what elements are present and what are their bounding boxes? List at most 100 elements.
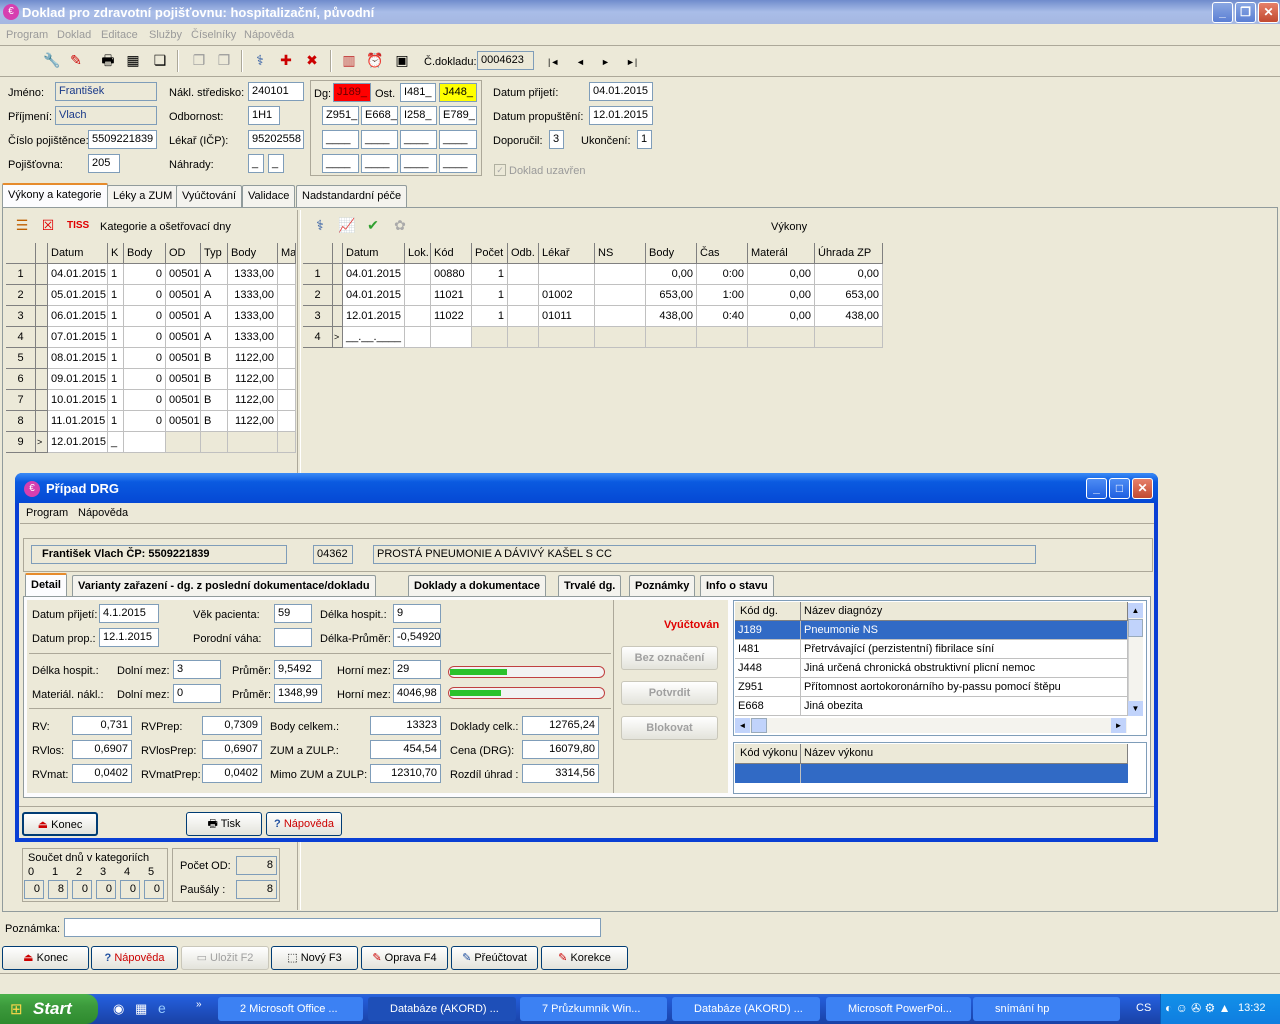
left-cell[interactable] (278, 369, 296, 390)
drg-menu-napoveda[interactable]: Nápověda (78, 506, 128, 520)
right-cell[interactable]: 0:40 (697, 306, 748, 327)
drg-konec-button[interactable]: ⏏ Konec (22, 812, 98, 836)
dg-row2-field-3[interactable]: I258_ (400, 106, 437, 125)
drg-napoveda-button[interactable]: ? Nápověda (266, 812, 342, 836)
left-cell[interactable]: 1333,00 (228, 285, 278, 306)
doctor-search-icon[interactable]: ⚕ (250, 50, 270, 70)
list-icon[interactable]: ☰ (12, 215, 32, 235)
menu-editace[interactable]: Editace (101, 29, 138, 41)
dg-row-name[interactable]: Jiná obezita (801, 697, 1128, 716)
left-col-4[interactable]: Typ (201, 243, 228, 264)
left-cell[interactable] (278, 285, 296, 306)
left-cell[interactable] (278, 432, 296, 453)
right-cell[interactable] (539, 327, 595, 348)
left-cell[interactable] (278, 264, 296, 285)
left-col-1[interactable]: K (108, 243, 124, 264)
blokovat-button[interactable]: Blokovat (621, 716, 718, 740)
left-cell[interactable]: 07.01.2015 (48, 327, 108, 348)
right-cell[interactable] (539, 264, 595, 285)
right-col-0[interactable]: Datum (343, 243, 405, 264)
dg-hscroll-thumb[interactable] (751, 718, 767, 733)
left-cell[interactable]: 1 (108, 327, 124, 348)
left-cell[interactable]: 00501 (166, 306, 201, 327)
copy-icon[interactable]: ❐ (189, 50, 209, 70)
first-record-button[interactable]: |◄ (548, 55, 559, 69)
doklady-field[interactable]: 12765,24 (522, 716, 599, 735)
m-horni-field[interactable]: 4046,98 (393, 684, 441, 703)
left-cell[interactable]: 1122,00 (228, 348, 278, 369)
left-col-6[interactable]: Ma (278, 243, 296, 264)
pen-icon[interactable]: ✎ (66, 50, 86, 70)
left-cell[interactable] (278, 327, 296, 348)
drg-tab-detail[interactable]: Detail (25, 573, 67, 597)
datum-prijeti-field[interactable]: 4.1.2015 (99, 604, 159, 623)
close-button[interactable]: ✕ (1258, 2, 1279, 23)
right-cell[interactable]: 12.01.2015 (343, 306, 405, 327)
left-cell[interactable]: 00501 (166, 390, 201, 411)
right-col-2[interactable]: Kód (431, 243, 472, 264)
prev-record-button[interactable]: ◄ (576, 55, 585, 69)
right-cell[interactable]: 0,00 (748, 285, 815, 306)
left-cell[interactable] (166, 432, 201, 453)
right-cell[interactable]: 0,00 (646, 264, 697, 285)
left-cell[interactable]: 08.01.2015 (48, 348, 108, 369)
right-col-9[interactable]: Materál (748, 243, 815, 264)
right-cell[interactable] (595, 285, 646, 306)
right-col-10[interactable]: Úhrada ZP (815, 243, 883, 264)
left-col-0[interactable]: Datum (48, 243, 108, 264)
procedure-icon[interactable]: ⚕ (310, 215, 330, 235)
right-cell[interactable]: 00880 (431, 264, 472, 285)
rozdil-field[interactable]: 3314,56 (522, 764, 599, 783)
dg-row4-field-4[interactable]: ____ (439, 154, 477, 173)
dg-col-nazev[interactable]: Název diagnózy (801, 602, 1128, 621)
tab-vyuctovani[interactable]: Vyúčtování (176, 185, 243, 207)
right-cell[interactable] (508, 327, 539, 348)
dg-row3-field-3[interactable]: ____ (400, 130, 437, 149)
left-cell[interactable]: 00501 (166, 327, 201, 348)
left-cell[interactable] (124, 432, 166, 453)
left-cell[interactable]: B (201, 390, 228, 411)
paste-icon[interactable]: ❐ (214, 50, 234, 70)
right-cell[interactable] (405, 327, 431, 348)
ie-icon[interactable]: e (158, 1000, 166, 1016)
left-cell[interactable]: 09.01.2015 (48, 369, 108, 390)
right-cell[interactable]: __.__.____ (343, 327, 405, 348)
alarm-icon[interactable]: ⏰ (365, 50, 385, 70)
left-cell[interactable]: 1 (108, 369, 124, 390)
right-cell[interactable]: 1:00 (697, 285, 748, 306)
doctor-add-icon[interactable]: ✚ (276, 50, 296, 70)
next-record-button[interactable]: ► (601, 55, 610, 69)
restore-button[interactable]: ❐ (1235, 2, 1256, 23)
right-cell[interactable]: 0,00 (748, 264, 815, 285)
left-cell[interactable]: 0 (124, 348, 166, 369)
last-record-button[interactable]: ►| (626, 55, 637, 69)
vek-field[interactable]: 59 (274, 604, 312, 623)
left-cell[interactable]: 00501 (166, 369, 201, 390)
menu-napoveda[interactable]: Nápověda (244, 29, 294, 41)
dg-row2-field-2[interactable]: E668_ (361, 106, 398, 125)
right-cell[interactable]: 653,00 (646, 285, 697, 306)
menu-sluzby[interactable]: Služby (149, 29, 182, 41)
menu-program[interactable]: Program (6, 29, 48, 41)
left-col-3[interactable]: OD (166, 243, 201, 264)
oprava-button[interactable]: ✎ Oprava F4 (361, 946, 448, 970)
printer-icon[interactable]: 🖶 (98, 50, 118, 70)
cena-field[interactable]: 16079,80 (522, 740, 599, 759)
left-cell[interactable]: A (201, 306, 228, 327)
left-cell[interactable]: A (201, 327, 228, 348)
left-cell[interactable] (201, 432, 228, 453)
right-cell[interactable] (595, 306, 646, 327)
dg-row3-field-4[interactable]: ____ (439, 130, 477, 149)
vyk-selected-row[interactable] (735, 764, 1128, 783)
left-cell[interactable]: 12.01.2015 (48, 432, 108, 453)
h-horni-field[interactable]: 29 (393, 660, 441, 679)
left-cell[interactable]: 0 (124, 390, 166, 411)
stamp-icon[interactable]: ✿ (390, 215, 410, 235)
h-dolni-field[interactable]: 3 (173, 660, 221, 679)
right-cell[interactable]: 04.01.2015 (343, 264, 405, 285)
drg-tab-info[interactable]: Info o stavu (700, 575, 774, 597)
nahrady-field-2[interactable]: _ (268, 154, 284, 173)
potvrdit-button[interactable]: Potvrdit (621, 681, 718, 705)
rvmatprep-field[interactable]: 0,0402 (202, 764, 262, 783)
calendar-icon[interactable]: ▦ (123, 50, 143, 70)
